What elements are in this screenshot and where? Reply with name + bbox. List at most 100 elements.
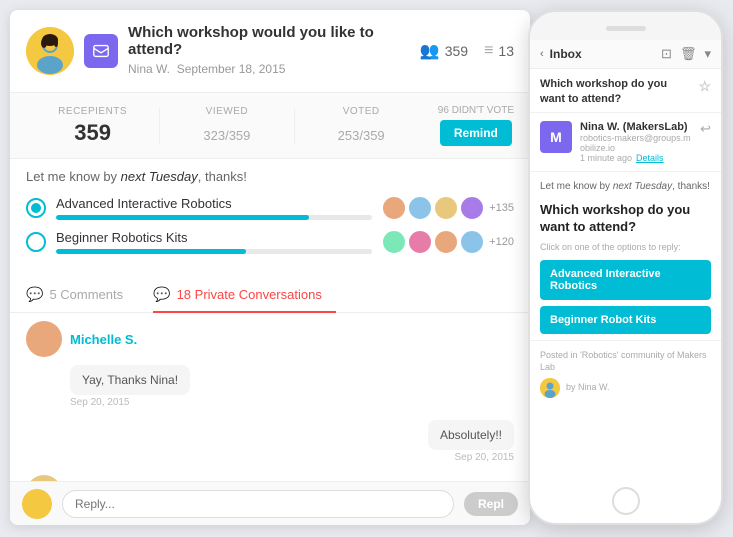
- poll-option-2: Beginner Robotics Kits +120: [26, 230, 514, 254]
- phone-option-1-button[interactable]: Advanced Interactive Robotics: [540, 260, 711, 300]
- phone-sender-name: Nina W. (MakersLab): [580, 121, 692, 133]
- reply-bar: Repl: [10, 481, 530, 525]
- message-icon-box: [84, 34, 118, 68]
- poll-avatar: [460, 230, 484, 254]
- reply-input[interactable]: [62, 490, 454, 518]
- poll-options: Advanced Interactive Robotics +135 Begin…: [10, 190, 530, 270]
- poll-avatar: [434, 196, 458, 220]
- voted-label: VOTED: [295, 106, 428, 117]
- phone-inbox-label: Inbox: [550, 47, 582, 61]
- phone-archive-icon[interactable]: ⊡: [661, 46, 672, 62]
- poll-bar-bg-2: [56, 249, 372, 254]
- phone-footer-text: Posted in 'Robotics' community of Makers…: [540, 349, 711, 374]
- tab-private-conversations[interactable]: 💬 18 Private Conversations: [153, 278, 336, 313]
- phone-sender-email: robotics-makers@groups.mobilize.io: [580, 133, 692, 153]
- phone-sender-avatar: M: [540, 121, 572, 153]
- question-title: Which workshop would you like to attend?: [128, 24, 420, 58]
- list-stat: ≡ 13: [484, 42, 514, 60]
- list-icon: ≡: [484, 42, 493, 60]
- header-title-block: Which workshop would you like to attend?…: [128, 24, 420, 78]
- phone-details-link[interactable]: Details: [636, 153, 664, 163]
- poll-option-label-2: Beginner Robotics Kits: [56, 230, 372, 245]
- recipients-value: 359: [26, 120, 159, 146]
- phone-footer-by: by Nina W.: [566, 381, 610, 394]
- viewed-value: 323/359: [160, 120, 293, 146]
- phone-reply-icon[interactable]: ↩: [700, 121, 711, 137]
- phone-footer-avatar: [540, 378, 560, 398]
- phone-top-bar: [530, 12, 721, 40]
- phone-inbox-bar: ‹ Inbox ⊡ 🗑 ▾: [530, 40, 721, 69]
- comment-bubble-2: Absolutely!!: [428, 420, 514, 450]
- reply-avatar: [22, 489, 52, 519]
- comments-tab-label: 5 Comments: [49, 287, 123, 302]
- poll-option-label-1: Advanced Interactive Robotics: [56, 196, 372, 211]
- header-stats: 👥 359 ≡ 13: [420, 41, 514, 61]
- poll-message: Let me know by next Tuesday, thanks!: [10, 159, 530, 190]
- remind-button[interactable]: Remind: [440, 120, 512, 146]
- phone-footer: Posted in 'Robotics' community of Makers…: [530, 340, 721, 406]
- poll-radio-1[interactable]: [26, 198, 46, 218]
- comment-avatar-1: [26, 321, 62, 357]
- tabs: 💬 5 Comments 💬 18 Private Conversations: [10, 278, 530, 313]
- conversations-icon: 💬: [153, 286, 170, 303]
- main-panel: Which workshop would you like to attend?…: [10, 10, 530, 525]
- comment-date-2: Sep 20, 2015: [455, 452, 515, 463]
- stats-row: RECEPIENTS 359 VIEWED 323/359 VOTED 253/…: [10, 93, 530, 159]
- didnt-vote-label: 96 DIDN'T VOTE: [438, 105, 514, 116]
- phone-subject-text: Which workshop do you want to attend?: [540, 77, 698, 108]
- phone-inbox-icons: ⊡ 🗑 ▾: [661, 46, 711, 62]
- phone-footer-row: by Nina W.: [540, 378, 711, 398]
- poll-avatars-2: +120: [382, 230, 514, 254]
- user-avatar: [26, 27, 74, 75]
- poll-bar-fill-1: [56, 215, 309, 220]
- viewed-box: VIEWED 323/359: [160, 106, 293, 146]
- comment-item-1: Michelle S. Yay, Thanks Nina! Sep 20, 20…: [26, 321, 514, 408]
- phone-more-icon[interactable]: ▾: [704, 46, 711, 62]
- author-date: Nina W. September 18, 2015: [128, 62, 285, 76]
- reply-button[interactable]: Repl: [464, 492, 518, 516]
- poll-count-1: +135: [489, 202, 514, 214]
- tab-comments[interactable]: 💬 5 Comments: [26, 278, 137, 313]
- poll-avatar: [382, 196, 406, 220]
- phone-mockup: ‹ Inbox ⊡ 🗑 ▾ Which workshop do you want…: [528, 10, 723, 525]
- poll-avatar: [408, 230, 432, 254]
- voted-value: 253/359: [295, 120, 428, 146]
- phone-body-text: Let me know by next Tuesday, thanks!: [530, 172, 721, 198]
- poll-avatar: [382, 230, 406, 254]
- comment-date-1: Sep 20, 2015: [70, 397, 514, 408]
- conversations-tab-label: 18 Private Conversations: [177, 287, 322, 302]
- viewed-label: VIEWED: [160, 106, 293, 117]
- phone-home-button[interactable]: [612, 487, 640, 515]
- phone-option-2-button[interactable]: Beginner Robot Kits: [540, 306, 711, 334]
- people-icon: 👥: [420, 41, 440, 61]
- phone-poll-title: Which workshop do you want to attend?: [530, 198, 721, 242]
- phone-star-icon[interactable]: ☆: [698, 77, 711, 97]
- phone-sender-time: 1 minute ago Details: [580, 153, 692, 163]
- phone-poll-subtitle: Click on one of the options to reply:: [530, 242, 721, 260]
- poll-avatar: [460, 196, 484, 220]
- recipients-label: RECEPIENTS: [26, 106, 159, 117]
- comment-user-1: Michelle S.: [26, 321, 514, 357]
- poll-bar-bg-1: [56, 215, 372, 220]
- comment-username-1[interactable]: Michelle S.: [70, 332, 137, 347]
- voted-box: VOTED 253/359: [295, 106, 428, 146]
- poll-avatar: [408, 196, 432, 220]
- comment-bubble-1: Yay, Thanks Nina!: [70, 365, 190, 395]
- poll-radio-2[interactable]: [26, 232, 46, 252]
- comment-item-2: Absolutely!! Sep 20, 2015: [86, 420, 514, 463]
- phone-back-arrow[interactable]: ‹: [540, 48, 544, 60]
- poll-count-2: +120: [489, 236, 514, 248]
- phone-subject: Which workshop do you want to attend? ☆: [530, 69, 721, 113]
- remind-box: 96 DIDN'T VOTE Remind: [438, 105, 514, 146]
- poll-bar-fill-2: [56, 249, 246, 254]
- poll-option-1: Advanced Interactive Robotics +135: [26, 196, 514, 220]
- header: Which workshop would you like to attend?…: [10, 10, 530, 93]
- recipients-box: RECEPIENTS 359: [26, 106, 159, 146]
- recipients-stat: 👥 359: [420, 41, 468, 61]
- poll-avatar: [434, 230, 458, 254]
- phone-speaker: [606, 26, 646, 31]
- phone-sender: M Nina W. (MakersLab) robotics-makers@gr…: [530, 113, 721, 172]
- comments-icon: 💬: [26, 286, 43, 303]
- phone-trash-icon[interactable]: 🗑: [680, 46, 697, 62]
- phone-sender-info: Nina W. (MakersLab) robotics-makers@grou…: [580, 121, 692, 163]
